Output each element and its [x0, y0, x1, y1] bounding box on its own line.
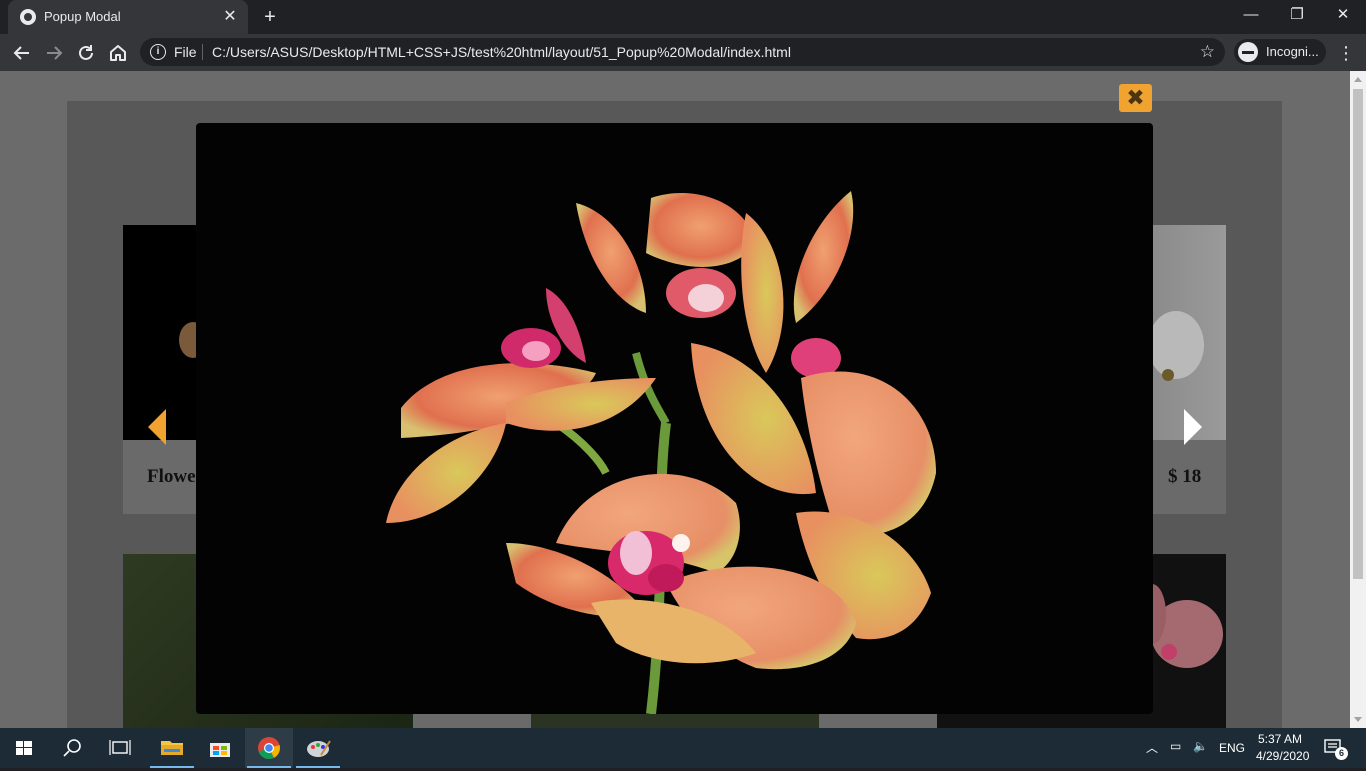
windows-taskbar: ︿ ▭ 🔈 ENG 5:37 AM 4/29/2020 6 [0, 728, 1366, 768]
bookmark-star-icon[interactable]: ☆ [1200, 42, 1215, 62]
scroll-down-icon[interactable] [1354, 717, 1362, 722]
incognito-icon [1238, 42, 1258, 62]
chrome-taskbar-button[interactable] [245, 728, 293, 768]
tab-title: Popup Modal [44, 9, 121, 24]
file-explorer-button[interactable] [148, 728, 196, 768]
forward-button[interactable] [41, 40, 67, 66]
browser-toolbar: i File C:/Users/ASUS/Desktop/HTML+CSS+JS… [0, 34, 1366, 71]
task-view-button[interactable] [96, 728, 144, 768]
store-button[interactable] [196, 728, 244, 768]
restore-button[interactable]: ❐ [1274, 0, 1320, 30]
reload-button[interactable] [73, 40, 99, 66]
start-button[interactable] [0, 728, 48, 768]
browser-menu-icon[interactable]: ⋮ [1336, 40, 1356, 66]
browser-title-bar: Popup Modal ✕ + — ❐ ✕ [0, 0, 1366, 34]
globe-icon [20, 9, 36, 25]
incognito-profile-button[interactable]: Incogni... [1234, 39, 1326, 65]
new-tab-button[interactable]: + [258, 5, 282, 29]
chevron-left-icon [148, 409, 166, 445]
search-icon [63, 739, 81, 757]
modal-close-button[interactable]: ✖ [1119, 84, 1152, 112]
volume-icon[interactable]: 🔈 [1193, 739, 1208, 753]
chevron-right-icon [1184, 409, 1202, 445]
scroll-up-icon[interactable] [1354, 77, 1362, 82]
home-icon [110, 45, 126, 61]
show-hidden-icons[interactable]: ︿ [1146, 739, 1158, 756]
url-separator [202, 44, 203, 60]
language-indicator[interactable]: ENG [1219, 741, 1245, 755]
windows-logo-icon [16, 741, 32, 755]
tab-close-button[interactable]: ✕ [220, 7, 240, 27]
product-price: $ 18 [1168, 466, 1202, 487]
folder-icon [161, 741, 183, 755]
search-button[interactable] [48, 728, 96, 768]
prev-arrow-button[interactable] [146, 407, 170, 452]
back-button[interactable] [9, 40, 35, 66]
home-button[interactable] [105, 40, 131, 66]
palette-icon [307, 740, 331, 757]
action-center-button[interactable]: 6 [1322, 736, 1348, 760]
forward-arrow-icon [47, 46, 63, 60]
address-bar[interactable]: i File C:/Users/ASUS/Desktop/HTML+CSS+JS… [140, 38, 1225, 66]
product-name: Flowe [147, 466, 196, 487]
url-scheme-label: File [174, 44, 197, 60]
minimize-button[interactable]: — [1228, 0, 1274, 30]
paint-taskbar-button[interactable] [294, 728, 342, 768]
store-bag-icon [210, 743, 230, 757]
page-viewport: Flowe $ 18 ✖ [0, 71, 1350, 728]
task-view-icon [109, 740, 131, 755]
window-close-button[interactable]: ✕ [1320, 0, 1366, 30]
clock-date[interactable]: 4/29/2020 [1256, 749, 1309, 763]
orchid-photo [386, 191, 936, 714]
chrome-icon [258, 737, 280, 760]
url-text[interactable]: C:/Users/ASUS/Desktop/HTML+CSS+JS/test%2… [212, 44, 791, 60]
notification-count-badge: 6 [1335, 747, 1348, 760]
browser-tab[interactable]: Popup Modal ✕ [8, 0, 248, 34]
battery-icon[interactable]: ▭ [1170, 739, 1181, 753]
page-scrollbar[interactable] [1350, 71, 1366, 728]
next-arrow-button[interactable] [1180, 407, 1204, 452]
info-icon[interactable]: i [150, 44, 166, 60]
scrollbar-thumb[interactable] [1353, 89, 1363, 579]
profile-label: Incogni... [1266, 44, 1319, 59]
popup-modal [196, 123, 1153, 714]
back-arrow-icon [13, 46, 29, 60]
reload-icon [79, 45, 93, 60]
clock-time[interactable]: 5:37 AM [1258, 732, 1302, 746]
